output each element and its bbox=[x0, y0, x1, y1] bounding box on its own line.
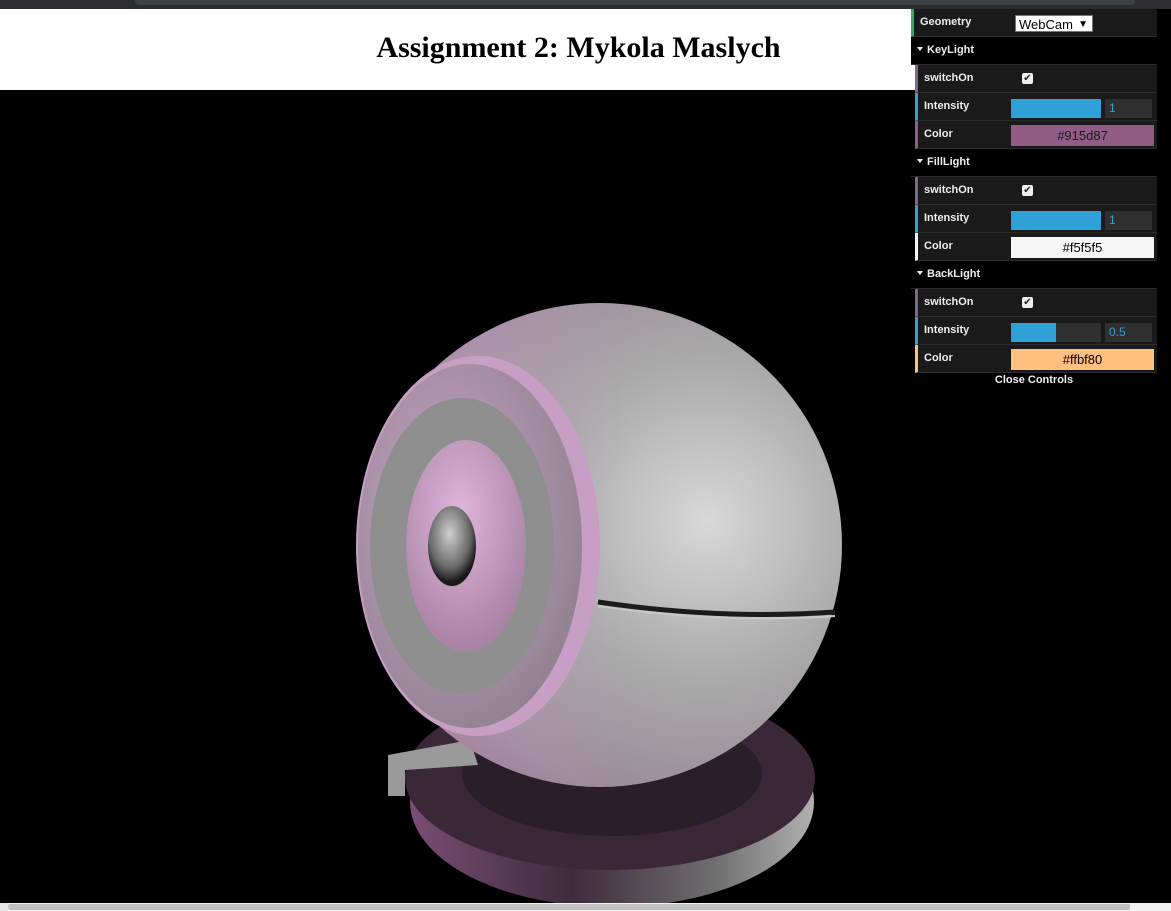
horizontal-scroll-thumb[interactable] bbox=[8, 904, 1130, 910]
checkmark-icon: ✔ bbox=[1023, 297, 1032, 308]
intensity-input[interactable]: 1 bbox=[1105, 211, 1152, 230]
switch-row: switchOn ✔ bbox=[915, 289, 1157, 317]
intensity-row: Intensity 0.5 bbox=[915, 317, 1157, 345]
folder-body: switchOn ✔ Intensity 0.5 Color #ffbf80 bbox=[915, 289, 1157, 373]
intensity-input[interactable]: 1 bbox=[1105, 99, 1152, 118]
color-input[interactable]: #ffbf80 bbox=[1011, 349, 1154, 370]
switch-checkbox[interactable]: ✔ bbox=[1022, 185, 1033, 196]
switch-label: switchOn bbox=[924, 72, 974, 84]
dat-gui-panel: Geometry WebCam ▼ KeyLight switchOn ✔ In… bbox=[911, 9, 1157, 390]
folder-title-label: KeyLight bbox=[927, 44, 975, 56]
color-row: Color #f5f5f5 bbox=[915, 233, 1157, 261]
caret-down-icon bbox=[917, 159, 923, 163]
folder-title-backlight[interactable]: BackLight bbox=[911, 261, 1157, 289]
folder-filllight: FillLight switchOn ✔ Intensity 1 Color #… bbox=[911, 149, 1157, 261]
intensity-slider[interactable] bbox=[1011, 323, 1101, 342]
folder-title-label: BackLight bbox=[927, 268, 981, 280]
folder-body: switchOn ✔ Intensity 1 Color #f5f5f5 bbox=[915, 177, 1157, 261]
light-folders: KeyLight switchOn ✔ Intensity 1 Color #9… bbox=[911, 37, 1157, 373]
color-label: Color bbox=[924, 352, 953, 364]
intensity-slider-fill bbox=[1011, 211, 1101, 230]
color-input[interactable]: #915d87 bbox=[1011, 125, 1154, 146]
folder-backlight: BackLight switchOn ✔ Intensity 0.5 Color… bbox=[911, 261, 1157, 373]
switch-row: switchOn ✔ bbox=[915, 177, 1157, 205]
folder-body: switchOn ✔ Intensity 1 Color #915d87 bbox=[915, 65, 1157, 149]
scroll-left-button[interactable] bbox=[0, 903, 8, 911]
caret-down-icon bbox=[917, 271, 923, 275]
close-controls-button[interactable]: Close Controls bbox=[911, 370, 1157, 390]
switch-label: switchOn bbox=[924, 184, 974, 196]
color-label: Color bbox=[924, 240, 953, 252]
folder-keylight: KeyLight switchOn ✔ Intensity 1 Color #9… bbox=[911, 37, 1157, 149]
folder-title-keylight[interactable]: KeyLight bbox=[911, 37, 1157, 65]
switch-row: switchOn ✔ bbox=[915, 65, 1157, 93]
browser-top-scrollbar bbox=[0, 0, 1171, 9]
intensity-slider[interactable] bbox=[1011, 211, 1101, 230]
color-row: Color #915d87 bbox=[915, 121, 1157, 149]
checkmark-icon: ✔ bbox=[1023, 73, 1032, 84]
caret-down-icon bbox=[917, 47, 923, 51]
horizontal-scrollbar[interactable] bbox=[0, 903, 1171, 911]
intensity-label: Intensity bbox=[924, 100, 970, 112]
switch-label: switchOn bbox=[924, 296, 974, 308]
geometry-select-value: WebCam bbox=[1019, 17, 1073, 32]
folder-title-label: FillLight bbox=[927, 156, 970, 168]
geometry-row: Geometry WebCam ▼ bbox=[911, 9, 1157, 37]
intensity-label: Intensity bbox=[924, 212, 970, 224]
color-label: Color bbox=[924, 128, 953, 140]
color-input[interactable]: #f5f5f5 bbox=[1011, 237, 1154, 258]
intensity-slider-fill bbox=[1011, 99, 1101, 118]
intensity-slider-fill bbox=[1011, 323, 1056, 342]
geometry-label: Geometry bbox=[920, 16, 972, 28]
switch-checkbox[interactable]: ✔ bbox=[1022, 73, 1033, 84]
top-scroll-thumb[interactable] bbox=[135, 0, 1135, 5]
color-row: Color #ffbf80 bbox=[915, 345, 1157, 373]
geometry-select[interactable]: WebCam ▼ bbox=[1015, 15, 1093, 32]
intensity-row: Intensity 1 bbox=[915, 93, 1157, 121]
intensity-label: Intensity bbox=[924, 324, 970, 336]
chevron-down-icon: ▼ bbox=[1078, 19, 1088, 30]
folder-title-filllight[interactable]: FillLight bbox=[911, 149, 1157, 177]
intensity-input[interactable]: 0.5 bbox=[1105, 323, 1152, 342]
intensity-slider[interactable] bbox=[1011, 99, 1101, 118]
checkmark-icon: ✔ bbox=[1023, 185, 1032, 196]
switch-checkbox[interactable]: ✔ bbox=[1022, 297, 1033, 308]
intensity-row: Intensity 1 bbox=[915, 205, 1157, 233]
